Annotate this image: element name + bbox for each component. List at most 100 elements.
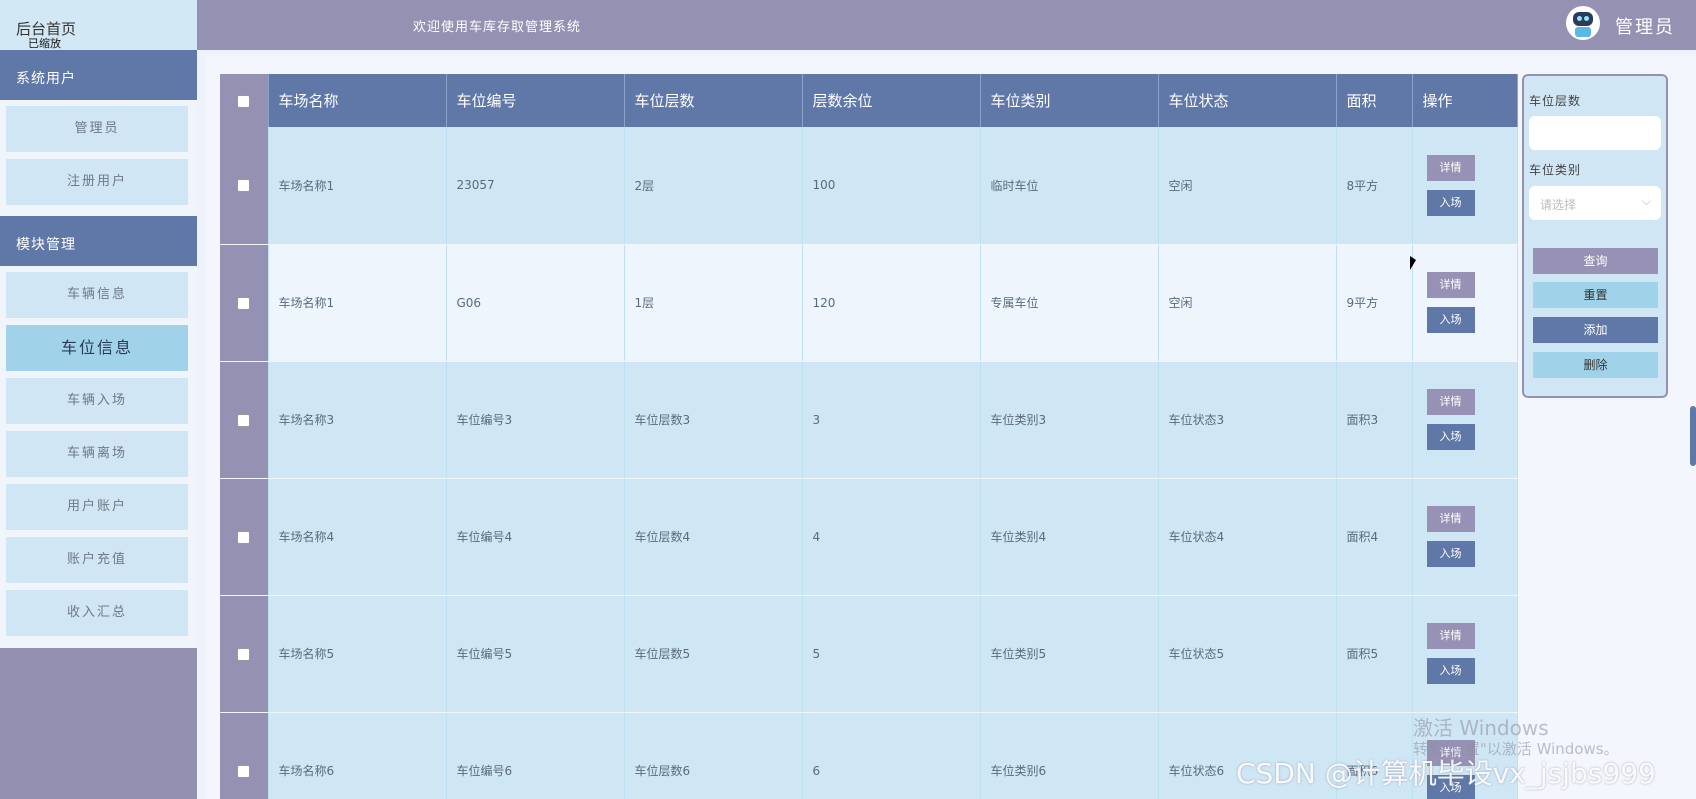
delete-button[interactable]: 删除 <box>1533 352 1658 378</box>
table-cell: 车位类别4 <box>980 478 1159 596</box>
table-cell: 车场名称4 <box>268 478 447 596</box>
table-cell: 车位编号4 <box>446 478 625 596</box>
table-cell: 车位层数6 <box>624 712 803 799</box>
column-header[interactable]: 车位状态 <box>1158 74 1337 127</box>
detail-button[interactable]: 详情 <box>1426 623 1475 649</box>
table-cell: 4 <box>802 478 981 596</box>
sidebar-group-system-users-items: 管理员 注册用户 <box>0 100 197 216</box>
column-header[interactable]: 面积 <box>1336 74 1413 127</box>
sidebar: 后台首页 已缩放 系统用户 管理员 注册用户 模块管理 车辆信息 车位信息 车辆… <box>0 0 197 799</box>
column-header[interactable]: 车场名称 <box>268 74 447 127</box>
table-cell: 车场名称5 <box>268 595 447 713</box>
table-cell: 5 <box>802 595 981 713</box>
row-actions: 详情 入场 <box>1412 244 1518 362</box>
row-checkbox[interactable] <box>220 595 269 713</box>
content-panel: 车场名称 车位编号 车位层数 层数余位 车位类别 车位状态 面积 操作 车场名称… <box>205 56 1696 799</box>
table-cell: 车场名称6 <box>268 712 447 799</box>
table-cell: 8平方 <box>1336 127 1413 245</box>
floor-input[interactable] <box>1529 116 1661 150</box>
reset-button[interactable]: 重置 <box>1533 282 1658 308</box>
row-checkbox[interactable] <box>220 127 269 245</box>
enter-button[interactable]: 入场 <box>1426 307 1475 333</box>
sidebar-item-registered-users[interactable]: 注册用户 <box>6 159 188 205</box>
sidebar-item-recharge[interactable]: 账户充值 <box>6 537 188 583</box>
table-cell: 面积3 <box>1336 361 1413 479</box>
add-button[interactable]: 添加 <box>1533 317 1658 343</box>
enter-button[interactable]: 入场 <box>1426 189 1475 216</box>
column-header[interactable]: 层数余位 <box>802 74 981 127</box>
table-cell: 1层 <box>624 244 803 362</box>
detail-button[interactable]: 详情 <box>1426 154 1475 181</box>
table-cell: 车位层数5 <box>624 595 803 713</box>
detail-button[interactable]: 详情 <box>1426 272 1475 298</box>
table-cell: 空闲 <box>1158 244 1337 362</box>
table-cell: 车位类别6 <box>980 712 1159 799</box>
table-cell: 9平方 <box>1336 244 1413 362</box>
parking-space-table: 车场名称 车位编号 车位层数 层数余位 车位类别 车位状态 面积 操作 车场名称… <box>220 74 1518 799</box>
select-all-checkbox[interactable] <box>220 74 269 127</box>
sidebar-group-system-users[interactable]: 系统用户 <box>0 50 197 100</box>
column-header[interactable]: 车位类别 <box>980 74 1159 127</box>
detail-button[interactable]: 详情 <box>1426 389 1475 415</box>
vertical-scrollbar[interactable] <box>1690 406 1696 466</box>
row-checkbox[interactable] <box>220 712 269 799</box>
top-header: 欢迎使用车库存取管理系统 管理员 <box>197 0 1696 50</box>
table-row: 车场名称3 车位编号3 车位层数3 3 车位类别3 车位状态3 面积3 详情 入… <box>220 361 1518 479</box>
table-cell: 车位编号5 <box>446 595 625 713</box>
row-actions: 详情 入场 <box>1412 595 1518 713</box>
row-checkbox[interactable] <box>220 361 269 479</box>
table-cell: 2层 <box>624 127 803 245</box>
home-label: 后台首页 <box>16 20 77 38</box>
table-cell: 车位类别5 <box>980 595 1159 713</box>
type-label: 车位类别 <box>1529 163 1582 177</box>
query-button[interactable]: 查询 <box>1533 248 1658 274</box>
detail-button[interactable]: 详情 <box>1426 506 1475 532</box>
chevron-down-icon: ⌵ <box>1641 194 1651 208</box>
sidebar-item-admin[interactable]: 管理员 <box>6 106 188 152</box>
sidebar-group-modules-items: 车辆信息 车位信息 车辆入场 车辆离场 用户账户 账户充值 收入汇总 <box>0 266 197 648</box>
enter-button[interactable]: 入场 <box>1426 541 1475 567</box>
sidebar-item-vehicle-entry[interactable]: 车辆入场 <box>6 378 188 424</box>
table-cell: 车场名称1 <box>268 244 447 362</box>
filter-panel: 车位层数 车位类别 请选择 ⌵ 查询 重置 添加 删除 <box>1522 74 1668 398</box>
table-cell: 车场名称3 <box>268 361 447 479</box>
table-cell: 车位层数3 <box>624 361 803 479</box>
table-cell: 车位状态5 <box>1158 595 1337 713</box>
table-row: 车场名称5 车位编号5 车位层数5 5 车位类别5 车位状态5 面积5 详情 入… <box>220 595 1518 713</box>
table-row: 车场名称1 23057 2层 100 临时车位 空闲 8平方 详情 入场 <box>220 127 1518 245</box>
sidebar-item-vehicle-exit[interactable]: 车辆离场 <box>6 431 188 477</box>
floor-label: 车位层数 <box>1529 94 1582 108</box>
enter-button[interactable]: 入场 <box>1426 424 1475 450</box>
detail-button[interactable]: 详情 <box>1426 740 1475 766</box>
sidebar-item-income-summary[interactable]: 收入汇总 <box>6 590 188 636</box>
enter-button[interactable]: 入场 <box>1426 775 1475 799</box>
home-link[interactable]: 后台首页 已缩放 <box>0 0 197 50</box>
table-cell: 车场名称1 <box>268 127 447 245</box>
table-cell: G06 <box>446 244 625 362</box>
column-header: 操作 <box>1412 74 1518 127</box>
column-header[interactable]: 车位层数 <box>624 74 803 127</box>
table-cell: 车位编号6 <box>446 712 625 799</box>
admin-user-label[interactable]: 管理员 <box>1615 13 1675 39</box>
table-row: 车场名称6 车位编号6 车位层数6 6 车位类别6 车位状态6 面积6 详情 入… <box>220 712 1518 799</box>
table-cell: 100 <box>802 127 981 245</box>
table-cell: 空闲 <box>1158 127 1337 245</box>
sidebar-item-vehicle-info[interactable]: 车辆信息 <box>6 272 188 318</box>
table-cell: 专属车位 <box>980 244 1159 362</box>
type-select[interactable]: 请选择 ⌵ <box>1529 186 1661 220</box>
row-checkbox[interactable] <box>220 244 269 362</box>
column-header[interactable]: 车位编号 <box>446 74 625 127</box>
table-cell: 车位类别3 <box>980 361 1159 479</box>
enter-button[interactable]: 入场 <box>1426 658 1475 684</box>
table-row: 车场名称1 G06 1层 120 专属车位 空闲 9平方 详情 入场 <box>220 244 1518 362</box>
row-checkbox[interactable] <box>220 478 269 596</box>
sidebar-item-user-account[interactable]: 用户账户 <box>6 484 188 530</box>
sidebar-item-space-info[interactable]: 车位信息 <box>6 325 188 371</box>
sidebar-group-modules[interactable]: 模块管理 <box>0 216 197 266</box>
robot-avatar-icon[interactable] <box>1566 6 1600 40</box>
row-actions: 详情 入场 <box>1412 712 1518 799</box>
mouse-cursor-icon <box>1410 256 1416 270</box>
row-actions: 详情 入场 <box>1412 361 1518 479</box>
table-cell: 车位层数4 <box>624 478 803 596</box>
table-cell: 面积4 <box>1336 478 1413 596</box>
